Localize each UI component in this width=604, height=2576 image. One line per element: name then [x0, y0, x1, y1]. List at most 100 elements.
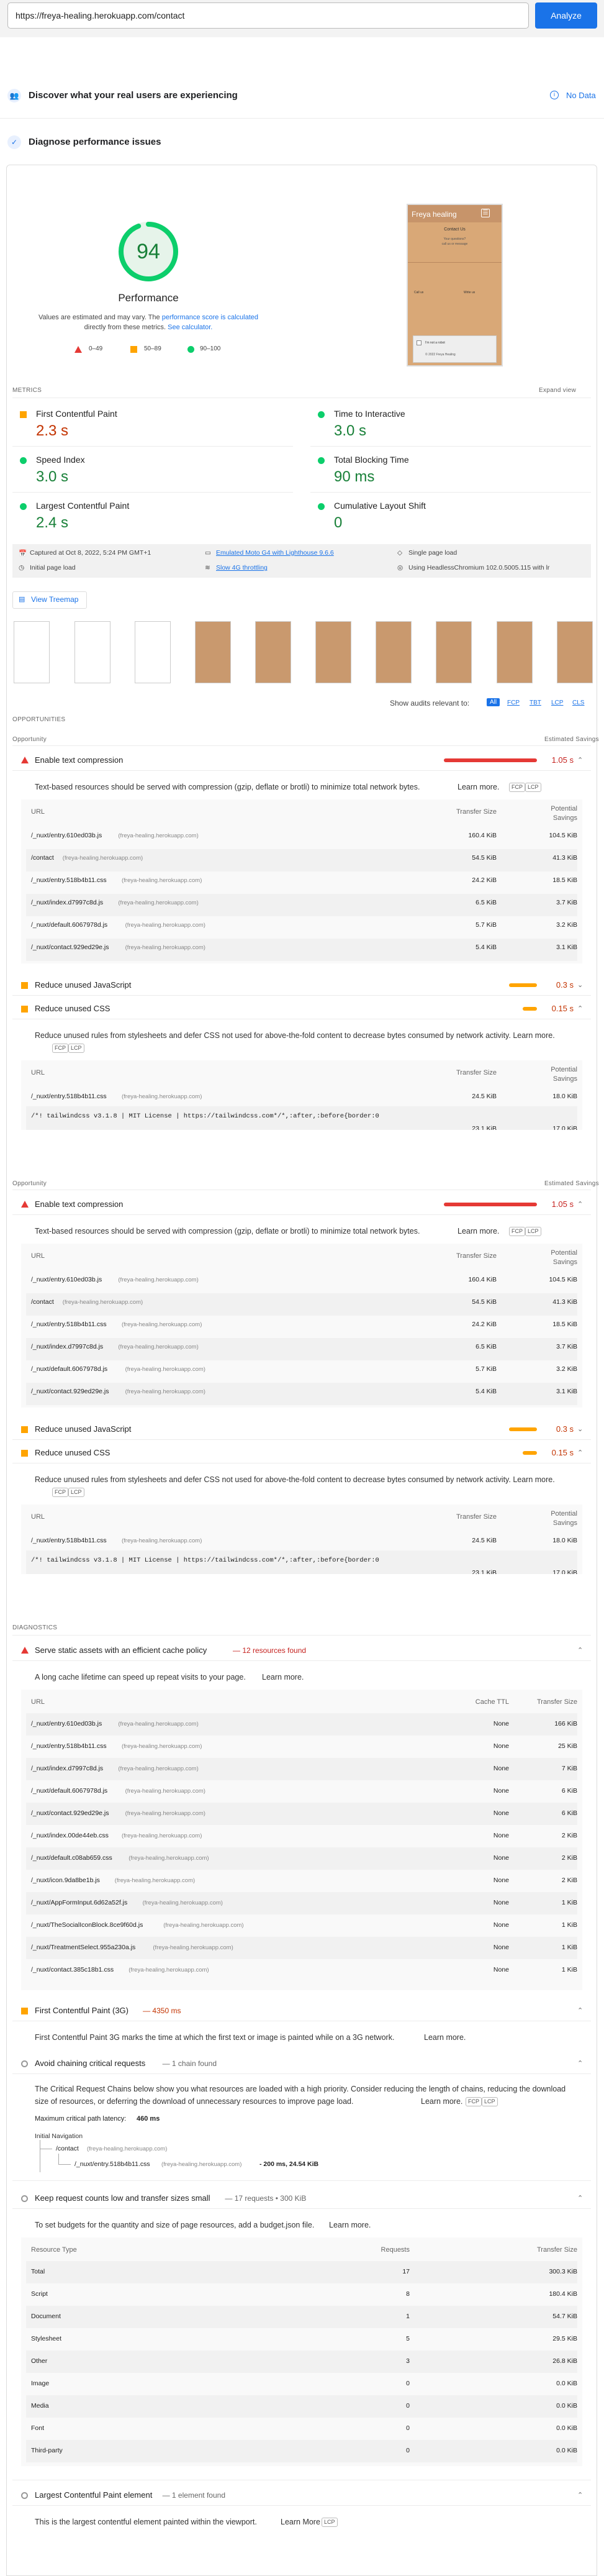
row-url[interactable]: /contact [31, 854, 54, 862]
discover-heading: Discover what your real users are experi… [29, 90, 238, 101]
filter-tbt[interactable]: TBT [530, 699, 541, 706]
row-url[interactable]: /_nuxt/default.6067978d.js [31, 921, 107, 929]
analyze-button[interactable]: Analyze [535, 2, 597, 29]
audit-title[interactable]: Reduce unused JavaScript [35, 1424, 131, 1434]
learn-more-link[interactable]: Learn more. [421, 2095, 462, 2108]
chevron-up-icon[interactable]: ⌃ [577, 1004, 583, 1013]
row-value: 5.4 KiB [476, 1388, 497, 1395]
row-host: (freya-healing.herokuapp.com) [161, 2161, 242, 2168]
audit-title[interactable]: Reduce unused JavaScript [35, 980, 131, 990]
metric-tag[interactable]: FCP [466, 2097, 482, 2106]
chevron-up-icon[interactable]: ⌃ [577, 2059, 583, 2067]
audit-title[interactable]: Serve static assets with an efficient ca… [35, 1645, 207, 1655]
row-url[interactable]: /_nuxt/default.c08ab659.css [31, 1854, 112, 1862]
learn-more-link[interactable]: Learn more. [458, 1225, 499, 1237]
row-url[interactable]: /_nuxt/AppFormInput.6d62a52f.js [31, 1899, 127, 1906]
chain-node[interactable]: /_nuxt/entry.518b4b11.css [74, 2160, 150, 2168]
audit-title[interactable]: Enable text compression [35, 1199, 123, 1209]
chain-node-timing: - 200 ms, 24.54 KiB [259, 2160, 319, 2168]
filter-lcp[interactable]: LCP [551, 699, 563, 706]
row-value: None [493, 1877, 509, 1884]
chevron-up-icon[interactable]: ⌃ [577, 1449, 583, 1457]
row-url[interactable]: /_nuxt/index.d7997c8d.js [31, 1765, 103, 1772]
row-url[interactable]: /_nuxt/entry.518b4b11.css [31, 1537, 107, 1544]
row-url[interactable]: /_nuxt/entry.610ed03b.js [31, 1276, 102, 1283]
no-data-link[interactable]: No Data [566, 91, 596, 100]
row-value: 0.0 KiB [556, 2380, 577, 2387]
metric-tag[interactable]: LCP [322, 2518, 338, 2527]
row-url[interactable]: /_nuxt/entry.518b4b11.css [31, 1742, 107, 1750]
env-throttling[interactable]: Slow 4G throttling [216, 564, 268, 571]
row-url[interactable]: /_nuxt/contact.385c18b1.css [31, 1966, 114, 1973]
chevron-up-icon[interactable]: ⌃ [577, 2194, 583, 2202]
env-device[interactable]: Emulated Moto G4 with Lighthouse 9.6.6 [216, 549, 334, 557]
chevron-up-icon[interactable]: ⌃ [577, 1200, 583, 1208]
audit-title[interactable]: Enable text compression [35, 755, 123, 765]
metric-tag[interactable]: FCP [509, 783, 525, 792]
chevron-up-icon[interactable]: ⌃ [577, 756, 583, 764]
opportunities-list: Enable text compression 1.05 s ⌃ Text-based… [12, 750, 591, 1154]
metric-tag[interactable]: LCP [68, 1044, 84, 1053]
metric-tag[interactable]: FCP [52, 1044, 68, 1053]
score-calculated-link[interactable]: performance score is calculated [162, 314, 258, 321]
row-value: 18.5 KiB [552, 1321, 577, 1328]
device-icon: ▭ [205, 549, 211, 557]
learn-more-link[interactable]: Learn More [281, 2516, 320, 2528]
divider [12, 2180, 591, 2181]
row-url[interactable]: /contact [31, 1298, 54, 1306]
metric-tag[interactable]: LCP [482, 2097, 498, 2106]
row-url[interactable]: /_nuxt/TreatmentSelect.955a230a.js [31, 1944, 135, 1951]
url-input[interactable]: https://freya-healing.herokuapp.com/cont… [7, 2, 529, 29]
chevron-up-icon[interactable]: ⌃ [577, 1646, 583, 1654]
row-value: None [493, 1742, 509, 1750]
row-url[interactable]: /_nuxt/contact.929ed29e.js [31, 1809, 109, 1817]
row-url[interactable]: /_nuxt/entry.610ed03b.js [31, 832, 102, 839]
audit-title[interactable]: First Contentful Paint (3G) [35, 2006, 128, 2015]
audit-title[interactable]: Largest Contentful Paint element [35, 2490, 152, 2500]
chevron-down-icon[interactable]: ⌄ [577, 1425, 583, 1433]
filter-all[interactable]: All [487, 698, 500, 706]
calculator-link[interactable]: See calculator. [168, 324, 212, 331]
metric-tag[interactable]: FCP [509, 1227, 525, 1236]
row-url[interactable]: /_nuxt/entry.518b4b11.css [31, 1321, 107, 1328]
metric-tag[interactable]: LCP [68, 1488, 84, 1497]
globe-icon: ◎ [397, 564, 403, 571]
row-url[interactable]: /_nuxt/TheSocialIconBlock.8ce9f60d.js [31, 1921, 143, 1929]
row-url[interactable]: /_nuxt/index.d7997c8d.js [31, 899, 103, 906]
row-value: None [493, 1787, 509, 1795]
row-url[interactable]: /_nuxt/entry.610ed03b.js [31, 1720, 102, 1727]
row-url[interactable]: /_nuxt/entry.518b4b11.css [31, 1093, 107, 1100]
row-value: 3.7 KiB [556, 899, 577, 906]
audit-title[interactable]: Avoid chaining critical requests [35, 2059, 145, 2068]
learn-more-link[interactable]: Learn more. [424, 2031, 466, 2044]
row-url[interactable]: /_nuxt/default.6067978d.js [31, 1787, 107, 1795]
row-url[interactable]: /_nuxt/default.6067978d.js [31, 1365, 107, 1373]
learn-more-link[interactable]: Learn more. [458, 781, 499, 793]
row-url[interactable]: /_nuxt/entry.518b4b11.css [31, 876, 107, 884]
expand-view-toggle[interactable]: Expand view [539, 387, 576, 394]
metric-tag[interactable]: FCP [52, 1488, 68, 1497]
learn-more-link[interactable]: Learn more. [329, 2219, 371, 2231]
chevron-up-icon[interactable]: ⌃ [577, 2006, 583, 2014]
row-value: 2 KiB [561, 1832, 577, 1839]
row-url[interactable]: /_nuxt/icon.9da8be1b.js [31, 1877, 100, 1884]
info-icon[interactable]: i [550, 91, 559, 99]
row-url[interactable]: /_nuxt/contact.929ed29e.js [31, 1388, 109, 1395]
row-value: None [493, 1765, 509, 1772]
row-host: (freya-healing.herokuapp.com) [128, 1855, 209, 1862]
audit-title[interactable]: Keep request counts low and transfer siz… [35, 2193, 210, 2203]
chevron-up-icon[interactable]: ⌃ [577, 2491, 583, 2499]
metric-tag[interactable]: LCP [525, 783, 541, 792]
audit-title[interactable]: Reduce unused CSS [35, 1004, 110, 1013]
learn-more-link[interactable]: Learn more. [262, 1671, 304, 1683]
row-url[interactable]: /_nuxt/contact.929ed29e.js [31, 944, 109, 951]
chevron-down-icon[interactable]: ⌄ [577, 981, 583, 989]
metric-tag[interactable]: LCP [525, 1227, 541, 1236]
filter-fcp[interactable]: FCP [507, 699, 520, 706]
row-url[interactable]: /_nuxt/index.d7997c8d.js [31, 1343, 103, 1350]
row-url[interactable]: /_nuxt/index.00de44eb.css [31, 1832, 109, 1839]
audit-title[interactable]: Reduce unused CSS [35, 1448, 110, 1457]
row-value: 2 KiB [561, 1854, 577, 1862]
chain-node[interactable]: /contact [56, 2145, 79, 2152]
filter-cls[interactable]: CLS [572, 699, 584, 706]
